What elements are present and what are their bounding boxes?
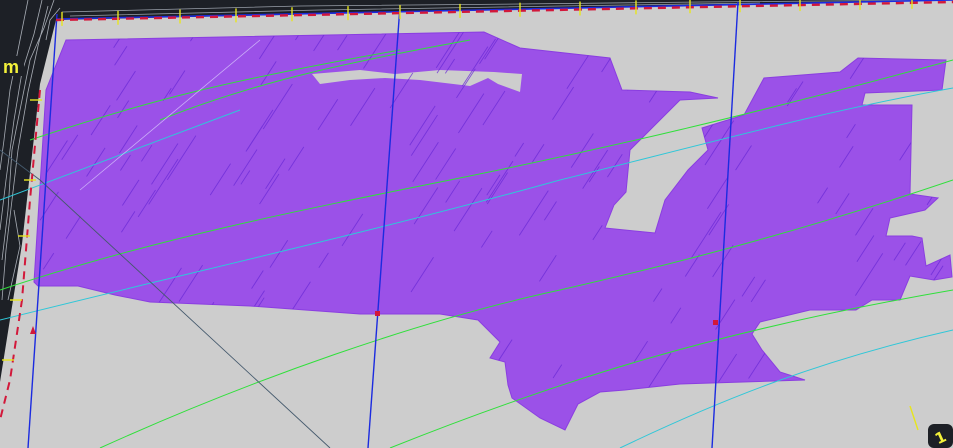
drawing-canvas[interactable]: m 1 xyxy=(0,0,953,448)
corner-marker-icon[interactable]: 1 xyxy=(928,424,953,448)
left-label: m xyxy=(3,57,19,77)
cad-viewport[interactable]: m 1 xyxy=(0,0,953,448)
